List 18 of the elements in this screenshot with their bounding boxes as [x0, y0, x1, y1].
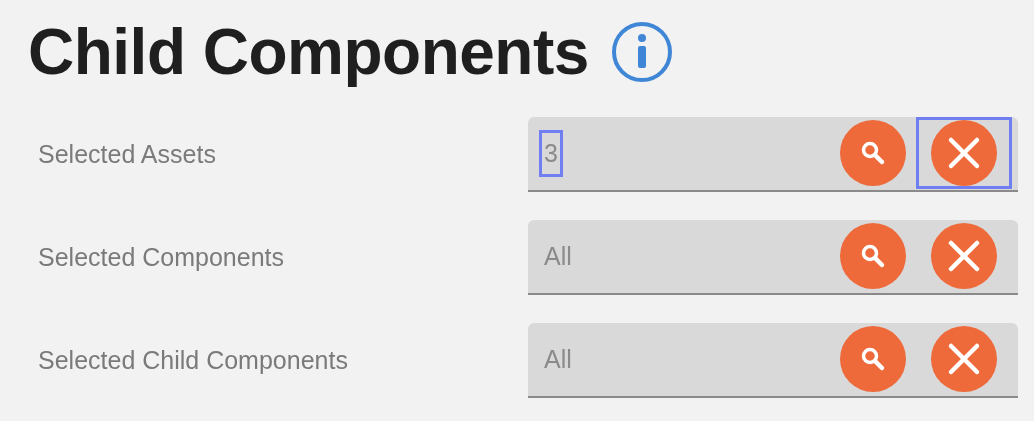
field-label: Selected Child Components	[37, 345, 349, 375]
input-field[interactable]: All	[528, 219, 1018, 295]
field-value: All	[543, 240, 573, 272]
field-value: 3	[542, 132, 560, 174]
field-label: Selected Assets	[37, 139, 217, 169]
field-label: Selected Components	[37, 242, 285, 272]
search-icon	[860, 243, 886, 270]
input-field[interactable]: All	[528, 322, 1018, 398]
close-icon	[931, 326, 997, 393]
search-icon	[860, 346, 886, 373]
clear-button[interactable]	[916, 117, 1012, 190]
field-value: All	[543, 343, 573, 375]
search-icon	[860, 140, 886, 167]
section-title: Child Components	[28, 15, 589, 90]
input-field[interactable]: 3	[528, 116, 1018, 192]
close-icon	[931, 120, 997, 187]
info-icon[interactable]	[610, 21, 673, 84]
close-icon	[931, 223, 997, 290]
